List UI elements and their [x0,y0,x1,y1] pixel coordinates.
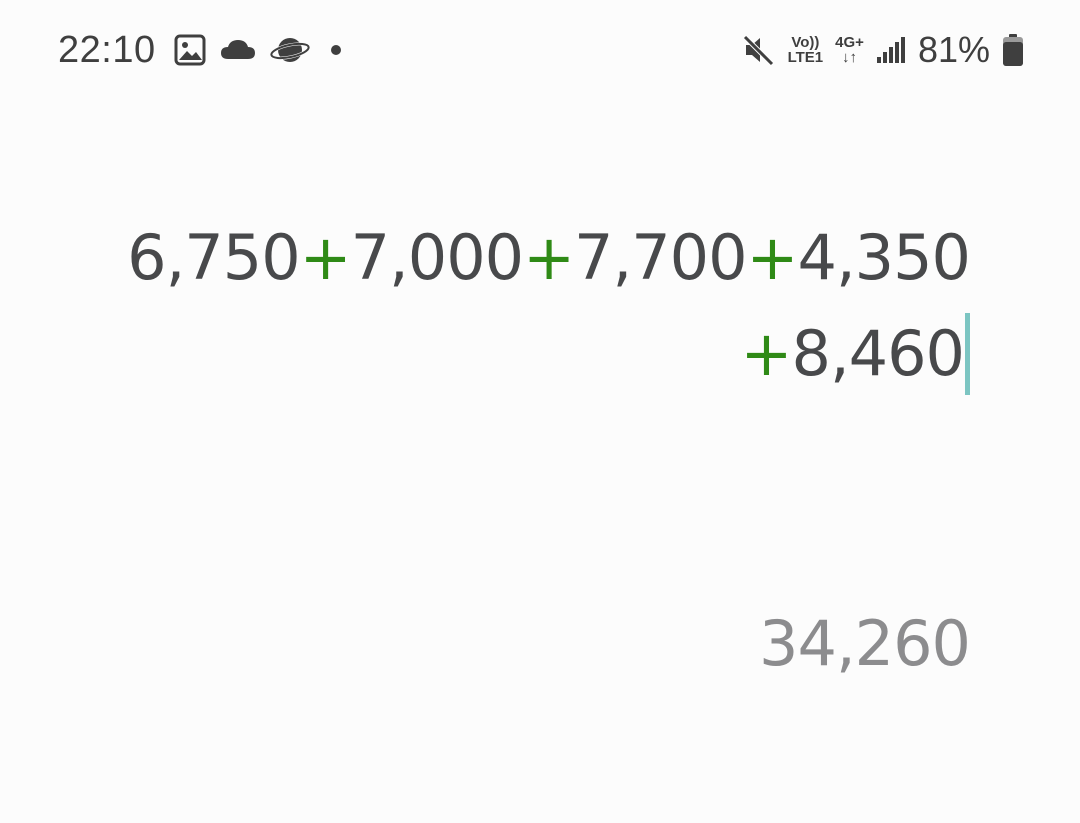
signal-icon [876,35,906,65]
operator-plus: + [523,221,575,294]
status-bar-left: 22:10 [58,26,348,74]
network-type-label: 4G+ [835,34,864,51]
dot-icon [324,44,348,56]
operand-number: 6,750 [127,221,300,294]
data-arrows-icon: ↓↑ [842,49,858,66]
operator-plus: + [299,221,352,294]
operator-plus: + [740,317,793,390]
volte-bottom-label: LTE1 [787,49,824,66]
result-preview: 34,260 [759,607,971,680]
text-cursor [965,312,970,395]
mute-icon [742,34,776,66]
operand-number: 7,700 [574,221,747,294]
battery-percent: 81% [917,29,990,70]
operand-number: 8,460 [791,317,965,390]
volte-top-label: Vo)) [791,34,820,51]
calculator-screen: 22:10 Vo)) LTE1 4G+ ↓↑ 81% 6,750+7,000+7… [0,0,1080,823]
expression-display[interactable]: 6,750+7,000+7,700+4,350 +8,460 [70,210,971,402]
browser-planet-icon [269,34,310,66]
battery-icon [1002,33,1024,67]
operand-number: 7,000 [350,221,524,294]
operand-number: 4,350 [797,221,971,294]
status-bar: 22:10 Vo)) LTE1 4G+ ↓↑ 81% [0,0,1080,100]
expression-line-2: +8,460 [70,306,970,402]
image-icon [174,34,206,66]
expression-line-1: 6,750+7,000+7,700+4,350 [70,210,971,306]
status-bar-right: Vo)) LTE1 4G+ ↓↑ 81% [742,26,1024,74]
status-time: 22:10 [58,28,156,71]
volte-indicator: Vo)) LTE1 [788,35,824,65]
cloud-icon [220,37,256,63]
network-type-indicator: 4G+ ↓↑ [835,35,864,65]
operator-plus: + [746,221,799,294]
